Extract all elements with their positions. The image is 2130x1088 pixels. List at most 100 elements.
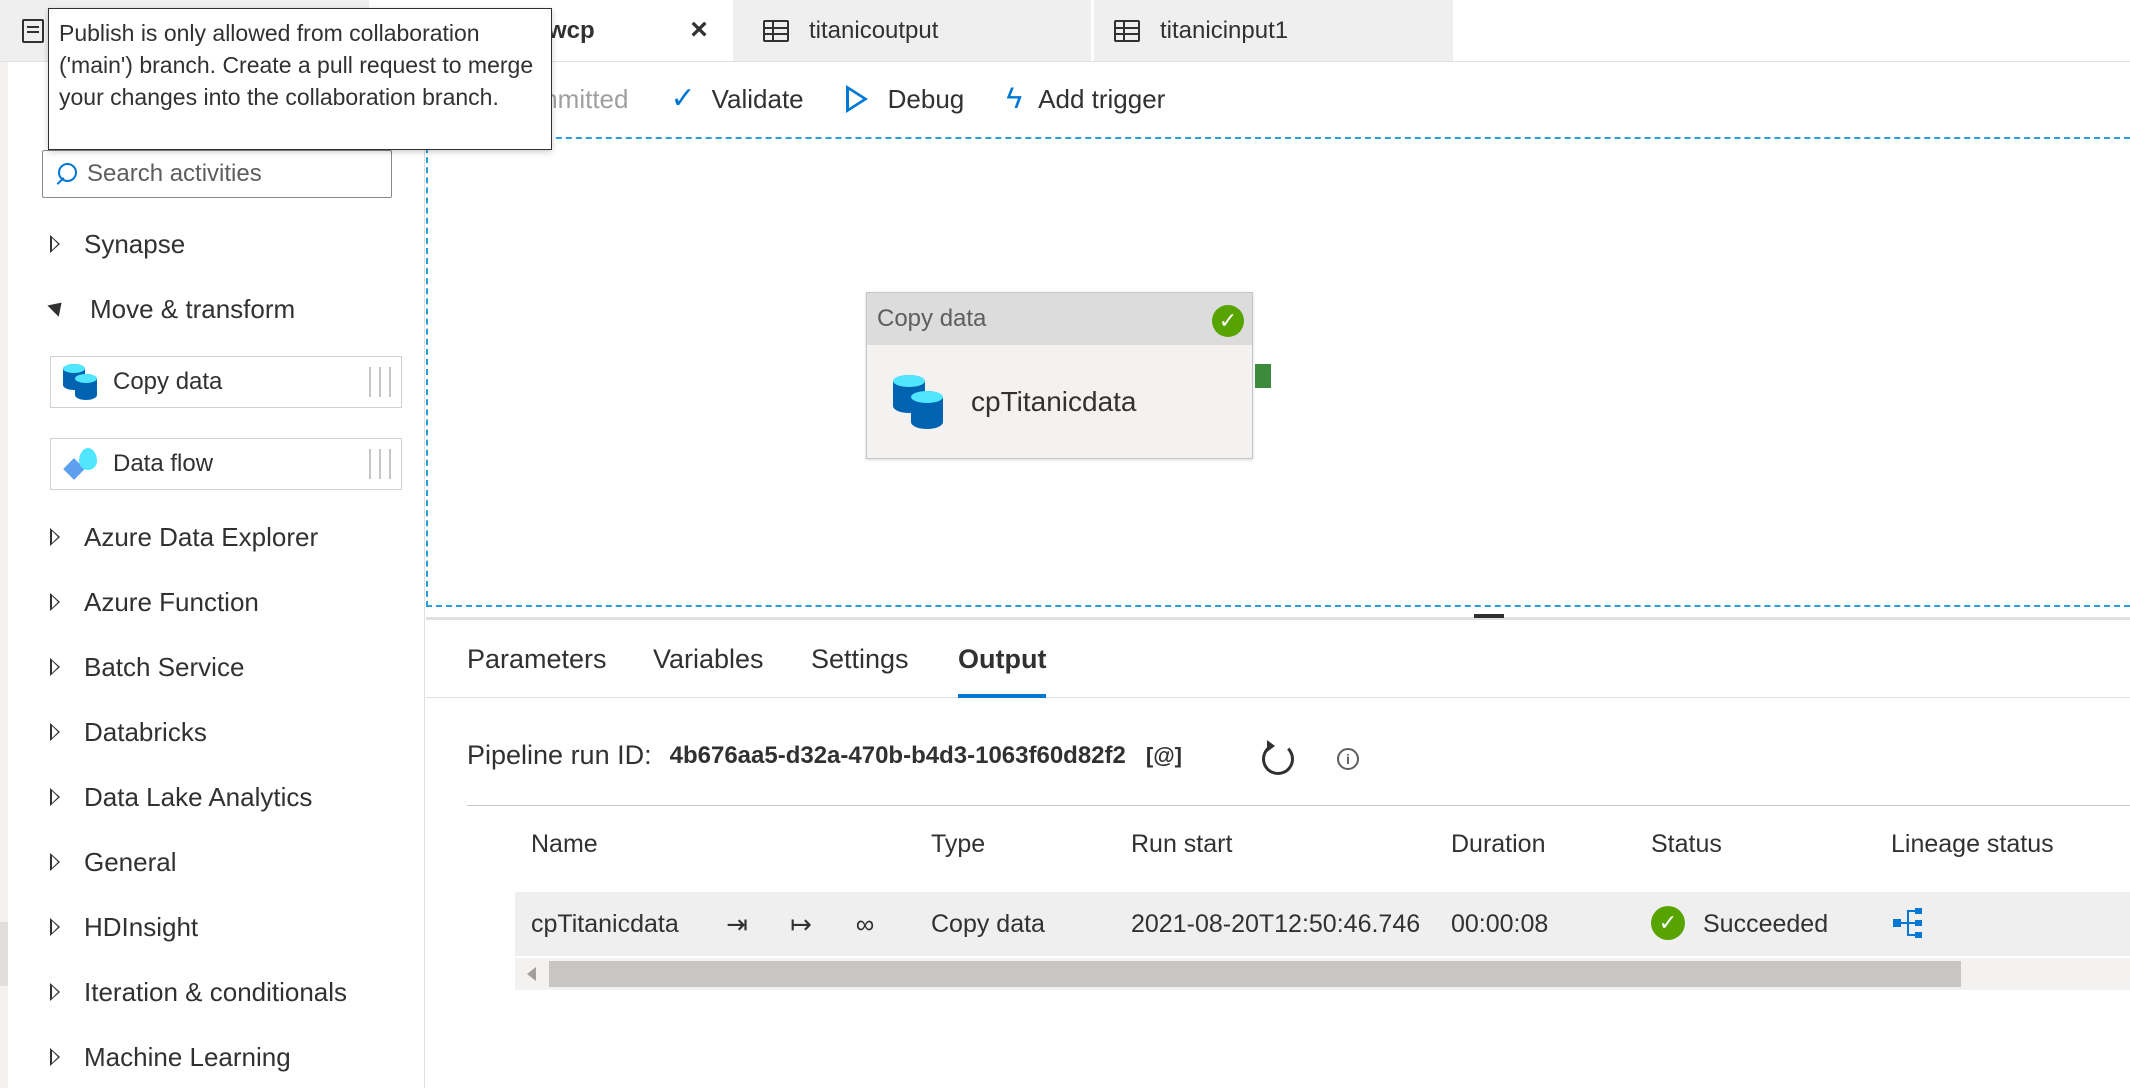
add-trigger-label: Add trigger bbox=[1038, 83, 1166, 114]
pipeline-canvas[interactable] bbox=[426, 137, 2130, 607]
category-general[interactable]: General bbox=[50, 842, 177, 882]
success-check-icon: ✓ bbox=[1651, 906, 1685, 940]
category-iteration-conditionals[interactable]: Iteration & conditionals bbox=[50, 972, 347, 1012]
tab-variables[interactable]: Variables bbox=[653, 644, 764, 698]
success-check-icon: ✓ bbox=[1212, 305, 1244, 337]
activity-copy-data[interactable]: Copy data bbox=[50, 356, 402, 408]
separator bbox=[467, 805, 2130, 806]
category-hdinsight[interactable]: HDInsight bbox=[50, 907, 198, 947]
col-name: Name bbox=[531, 830, 598, 858]
node-type-label: Copy data bbox=[877, 305, 987, 332]
chevron-right-icon bbox=[50, 1048, 60, 1066]
run-id-value: 4b676aa5-d32a-470b-b4d3-1063f60d82f2 bbox=[669, 741, 1126, 769]
copy-data-icon bbox=[63, 364, 99, 400]
data-flow-icon bbox=[63, 446, 99, 482]
left-nav-strip bbox=[0, 62, 8, 1088]
category-label: Azure Data Explorer bbox=[84, 521, 319, 552]
publish-tooltip: Publish is only allowed from collaborati… bbox=[48, 8, 552, 150]
category-label: General bbox=[84, 846, 177, 877]
success-output-port[interactable] bbox=[1255, 364, 1271, 388]
category-move-transform[interactable]: Move & transform bbox=[47, 289, 296, 329]
refresh-icon[interactable] bbox=[1262, 740, 1294, 775]
category-azure-function[interactable]: Azure Function bbox=[50, 582, 259, 622]
checkmark-icon: ✓ bbox=[670, 82, 696, 115]
chevron-down-icon bbox=[47, 296, 68, 317]
debug-label: Debug bbox=[887, 83, 965, 114]
node-body: cpTitanicdata bbox=[867, 345, 1252, 458]
category-label: Batch Service bbox=[84, 651, 245, 682]
chevron-right-icon bbox=[50, 528, 60, 546]
category-data-lake-analytics[interactable]: Data Lake Analytics bbox=[50, 777, 312, 817]
resize-handle[interactable] bbox=[1474, 614, 1504, 618]
activity-data-flow[interactable]: Data flow bbox=[50, 438, 402, 490]
category-label: Azure Function bbox=[84, 586, 259, 617]
category-label: HDInsight bbox=[84, 911, 199, 942]
chevron-right-icon bbox=[50, 983, 60, 1001]
input-icon[interactable]: ⇥ bbox=[723, 910, 751, 938]
chevron-right-icon bbox=[50, 788, 60, 806]
category-label: Machine Learning bbox=[84, 1041, 291, 1072]
document-icon bbox=[22, 18, 44, 43]
lineage-icon[interactable] bbox=[1893, 908, 1923, 938]
panel-tabs: Parameters Variables Settings Output bbox=[426, 620, 2130, 698]
debug-button[interactable]: Debug bbox=[845, 83, 965, 115]
details-glasses-icon[interactable]: ∞ bbox=[851, 910, 879, 938]
activities-sidebar: Synapse Move & transform Copy data Data … bbox=[8, 62, 425, 1088]
validate-label: Validate bbox=[711, 83, 804, 114]
col-lineage-status: Lineage status bbox=[1891, 830, 2054, 858]
nav-indicator bbox=[0, 922, 8, 986]
search-activities-box[interactable] bbox=[42, 150, 392, 198]
row-duration: 00:00:08 bbox=[1451, 910, 1549, 938]
close-icon[interactable]: × bbox=[685, 15, 713, 45]
row-type: Copy data bbox=[931, 910, 1045, 938]
col-status: Status bbox=[1651, 830, 1722, 858]
search-icon bbox=[55, 163, 77, 185]
category-databricks[interactable]: Databricks bbox=[50, 712, 207, 752]
chevron-right-icon bbox=[50, 658, 60, 676]
pipeline-run-row: Pipeline run ID: 4b676aa5-d32a-470b-b4d3… bbox=[467, 740, 1182, 771]
table-icon bbox=[1114, 19, 1140, 42]
category-label: Move & transform bbox=[90, 293, 296, 324]
category-batch-service[interactable]: Batch Service bbox=[50, 647, 244, 687]
output-icon[interactable]: ↦ bbox=[787, 910, 815, 938]
row-name: cpTitanicdata bbox=[531, 910, 679, 938]
chevron-right-icon bbox=[50, 723, 60, 741]
add-trigger-button[interactable]: ϟ Add trigger bbox=[1006, 84, 1165, 115]
col-duration: Duration bbox=[1451, 830, 1546, 858]
drag-handle-icon[interactable] bbox=[369, 367, 391, 397]
info-icon[interactable]: i bbox=[1337, 748, 1359, 770]
copy-data-activity-node[interactable]: Copy data ✓ cpTitanicdata bbox=[866, 292, 1253, 459]
scroll-left-arrow-icon[interactable] bbox=[527, 967, 536, 981]
table-icon bbox=[763, 19, 789, 42]
tab-titanicinput1[interactable]: titanicinput1 bbox=[1094, 0, 1454, 61]
tab-label: titanicoutput bbox=[809, 16, 939, 44]
node-header: Copy data ✓ bbox=[867, 293, 1252, 345]
copy-run-id-icon[interactable]: [@] bbox=[1146, 743, 1182, 769]
tab-settings[interactable]: Settings bbox=[811, 644, 909, 698]
pipeline-toolbar: mmitted ✓ Validate Debug ϟ Add trigger bbox=[426, 62, 2130, 136]
validate-button[interactable]: ✓ Validate bbox=[670, 84, 803, 115]
output-table-header: Name Type Run start Duration Status Line… bbox=[515, 830, 2130, 870]
tab-output[interactable]: Output bbox=[958, 644, 1047, 698]
category-label: Databricks bbox=[84, 716, 207, 747]
lightning-icon: ϟ bbox=[1006, 82, 1023, 115]
drag-handle-icon[interactable] bbox=[369, 449, 391, 479]
search-input[interactable] bbox=[87, 160, 377, 188]
category-synapse[interactable]: Synapse bbox=[50, 224, 185, 264]
table-row[interactable]: cpTitanicdata ⇥ ↦ ∞ Copy data 2021-08-20… bbox=[515, 892, 2130, 956]
row-run-start: 2021-08-20T12:50:46.746 bbox=[1131, 910, 1421, 938]
play-icon bbox=[845, 85, 868, 113]
node-name: cpTitanicdata bbox=[971, 385, 1137, 417]
chevron-right-icon bbox=[50, 918, 60, 936]
activity-label: Copy data bbox=[113, 368, 223, 395]
chevron-right-icon bbox=[50, 853, 60, 871]
category-azure-data-explorer[interactable]: Azure Data Explorer bbox=[50, 517, 318, 557]
scrollbar-thumb[interactable] bbox=[549, 961, 1961, 987]
tab-parameters[interactable]: Parameters bbox=[467, 644, 607, 698]
tab-label: wcp bbox=[548, 16, 595, 44]
category-label: Data Lake Analytics bbox=[84, 781, 313, 812]
category-machine-learning[interactable]: Machine Learning bbox=[50, 1037, 291, 1077]
col-type: Type bbox=[931, 830, 986, 858]
horizontal-scrollbar[interactable] bbox=[515, 958, 2130, 990]
tab-titanicoutput[interactable]: titanicoutput bbox=[733, 0, 1092, 61]
